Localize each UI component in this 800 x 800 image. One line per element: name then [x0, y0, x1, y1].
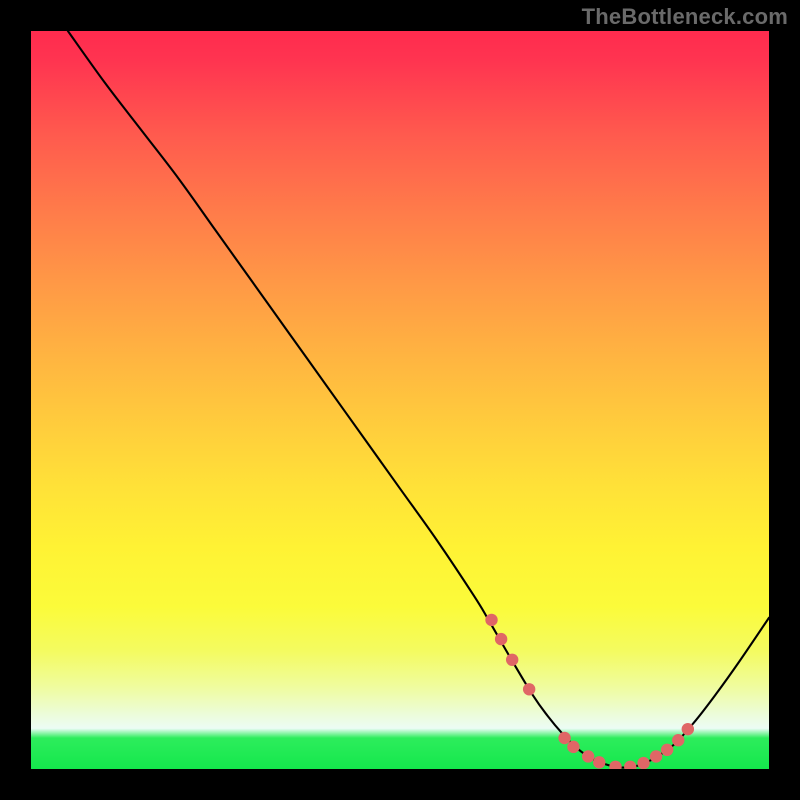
optimal-point-dot: [624, 761, 636, 769]
optimal-point-dot: [682, 723, 694, 735]
watermark-text: TheBottleneck.com: [582, 4, 788, 30]
chart-svg: [31, 31, 769, 769]
optimal-point-dot: [558, 732, 570, 744]
optimal-point-dot: [609, 761, 621, 769]
optimal-point-dot: [523, 683, 535, 695]
optimal-point-dot: [593, 756, 605, 768]
optimal-point-dot: [567, 741, 579, 753]
optimal-point-dot: [506, 654, 518, 666]
optimal-point-dot: [495, 633, 507, 645]
chart-frame: TheBottleneck.com: [0, 0, 800, 800]
optimal-point-dot: [672, 734, 684, 746]
optimal-point-dot: [582, 750, 594, 762]
optimal-point-dot: [661, 744, 673, 756]
optimal-zone-dots: [485, 614, 694, 769]
optimal-point-dot: [637, 757, 649, 769]
optimal-point-dot: [650, 750, 662, 762]
optimal-point-dot: [485, 614, 497, 626]
plot-area: [31, 31, 769, 769]
bottleneck-curve: [68, 31, 769, 768]
